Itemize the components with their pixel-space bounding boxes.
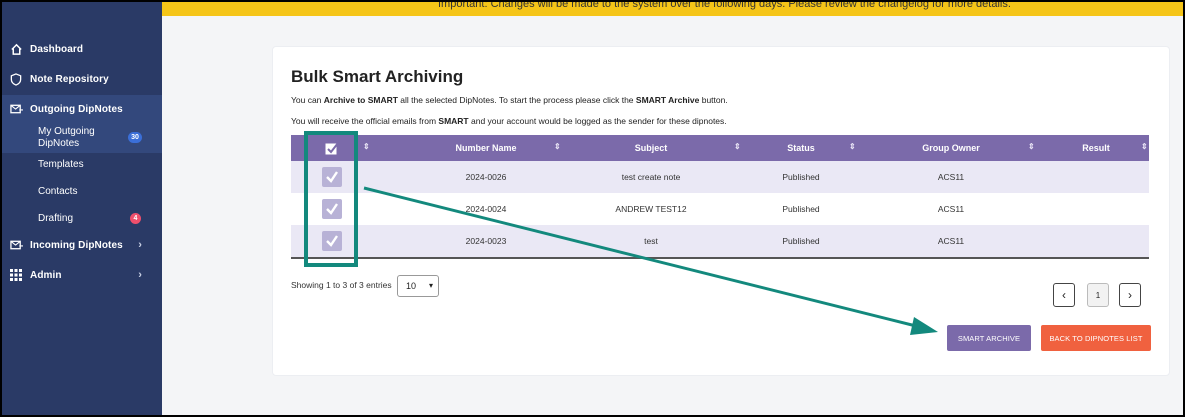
annotation-arrow xyxy=(363,186,938,335)
app-frame: Dashboard Note Repository Outgoing DipNo… xyxy=(2,2,1183,415)
